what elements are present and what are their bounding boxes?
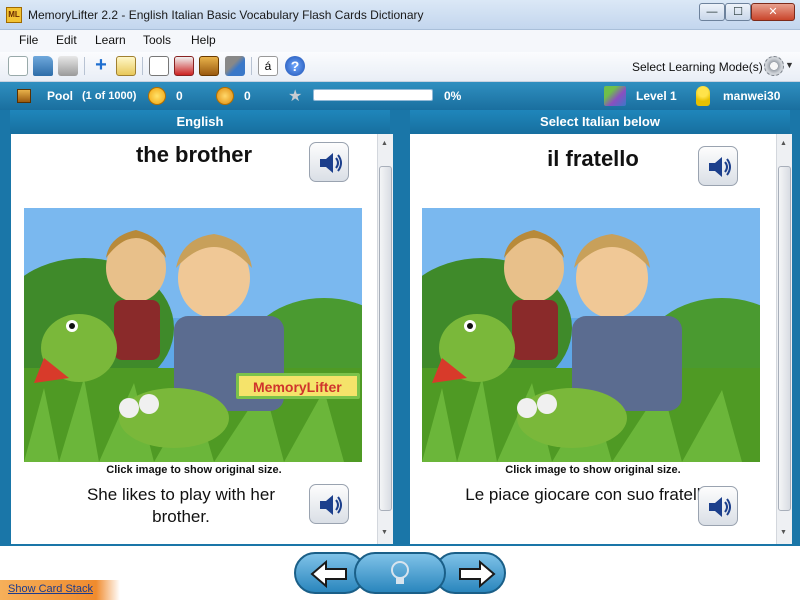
- answer-word-audio-button[interactable]: [698, 146, 738, 186]
- maximize-button[interactable]: ☐: [725, 3, 751, 21]
- question-header: English: [10, 110, 390, 134]
- question-photo[interactable]: [24, 208, 362, 462]
- pool-label: Pool: [47, 89, 73, 103]
- open-folder-icon[interactable]: [33, 56, 53, 76]
- title-bar: ML MemoryLifter 2.2 - English Italian Ba…: [0, 0, 800, 30]
- edit-icon[interactable]: [116, 56, 136, 76]
- scroll-down-icon[interactable]: ▼: [780, 529, 787, 536]
- card-stack-icon[interactable]: [199, 56, 219, 76]
- wrong-count: 0: [244, 89, 251, 103]
- chevron-down-icon[interactable]: ▼: [785, 60, 794, 70]
- minimize-button[interactable]: —: [699, 3, 725, 21]
- pool-icon: [17, 89, 31, 103]
- hint-button[interactable]: [354, 552, 446, 594]
- watermark-text: MemoryLifter: [253, 379, 342, 395]
- menu-bar: File Edit Learn Tools Help: [0, 30, 800, 52]
- speaker-icon: [709, 157, 731, 177]
- speaker-icon: [320, 153, 342, 173]
- special-chars-icon[interactable]: á: [258, 56, 278, 76]
- toolbar-separator: [251, 57, 252, 75]
- add-icon[interactable]: +: [91, 55, 111, 76]
- presentation-icon[interactable]: [149, 56, 169, 76]
- close-button[interactable]: ✕: [751, 3, 795, 21]
- app-icon: ML: [6, 7, 22, 23]
- progress-percent: 0%: [444, 89, 462, 103]
- speaker-icon: [709, 497, 731, 517]
- menu-edit[interactable]: Edit: [56, 33, 77, 47]
- new-document-icon[interactable]: [8, 56, 28, 76]
- menu-file[interactable]: File: [19, 33, 38, 47]
- question-word-audio-button[interactable]: [309, 142, 349, 182]
- lightbulb-icon: [391, 561, 409, 584]
- children-photo: [24, 208, 362, 462]
- progress-bar: [313, 89, 433, 101]
- toolbar: + á ? Select Learning Mode(s): [0, 52, 800, 82]
- correct-smiley-icon: [148, 87, 166, 105]
- answer-example-sentence: Le piace giocare con suo fratello.: [465, 485, 715, 504]
- speaker-icon: [320, 495, 342, 515]
- arrow-right-icon: [459, 559, 496, 589]
- question-scroll-thumb[interactable]: [379, 166, 392, 511]
- level-label: Level 1: [636, 89, 677, 103]
- scroll-up-icon[interactable]: ▲: [381, 140, 388, 147]
- answer-photo[interactable]: [422, 208, 760, 462]
- question-card: the brother Click image to show original…: [11, 134, 377, 544]
- answer-example-audio-button[interactable]: [698, 486, 738, 526]
- window-title: MemoryLifter 2.2 - English Italian Basic…: [28, 8, 424, 22]
- menu-tools[interactable]: Tools: [143, 33, 171, 47]
- question-example-sentence: She likes to play with her brother.: [86, 485, 276, 526]
- answer-card: il fratello Click image to show original…: [410, 134, 776, 544]
- toolbar-separator: [84, 57, 85, 75]
- menu-help[interactable]: Help: [191, 33, 216, 47]
- username: manwei30: [723, 89, 781, 103]
- menu-learn[interactable]: Learn: [95, 33, 126, 47]
- memorylifter-watermark-logo: MemoryLifter: [236, 373, 360, 399]
- show-card-stack-link[interactable]: Show Card Stack: [8, 583, 93, 595]
- print-icon[interactable]: [58, 56, 78, 76]
- question-photo-caption: Click image to show original size.: [106, 464, 282, 476]
- help-icon[interactable]: ?: [285, 56, 305, 76]
- answer-scrollbar[interactable]: ▲ ▼: [776, 134, 792, 544]
- level-icon: [604, 86, 626, 106]
- answer-header: Select Italian below: [410, 110, 790, 134]
- settings-tools-icon[interactable]: [225, 56, 245, 76]
- learning-mode-label[interactable]: Select Learning Mode(s): [632, 60, 763, 74]
- correct-count: 0: [176, 89, 183, 103]
- star-icon: ★: [288, 88, 303, 105]
- answer-photo-caption: Click image to show original size.: [505, 464, 681, 476]
- question-scrollbar[interactable]: ▲ ▼: [377, 134, 393, 544]
- user-icon: [696, 86, 710, 106]
- answer-scroll-thumb[interactable]: [778, 166, 791, 511]
- scroll-down-icon[interactable]: ▼: [381, 529, 388, 536]
- pool-count: (1 of 1000): [82, 90, 137, 102]
- learning-mode-gear-icon[interactable]: [764, 56, 784, 76]
- statistics-icon[interactable]: [174, 56, 194, 76]
- question-example-audio-button[interactable]: [309, 484, 349, 524]
- wrong-smiley-icon: [216, 87, 234, 105]
- arrow-left-icon: [310, 559, 347, 589]
- toolbar-separator: [142, 57, 143, 75]
- scroll-up-icon[interactable]: ▲: [780, 140, 787, 147]
- children-photo: [422, 208, 760, 462]
